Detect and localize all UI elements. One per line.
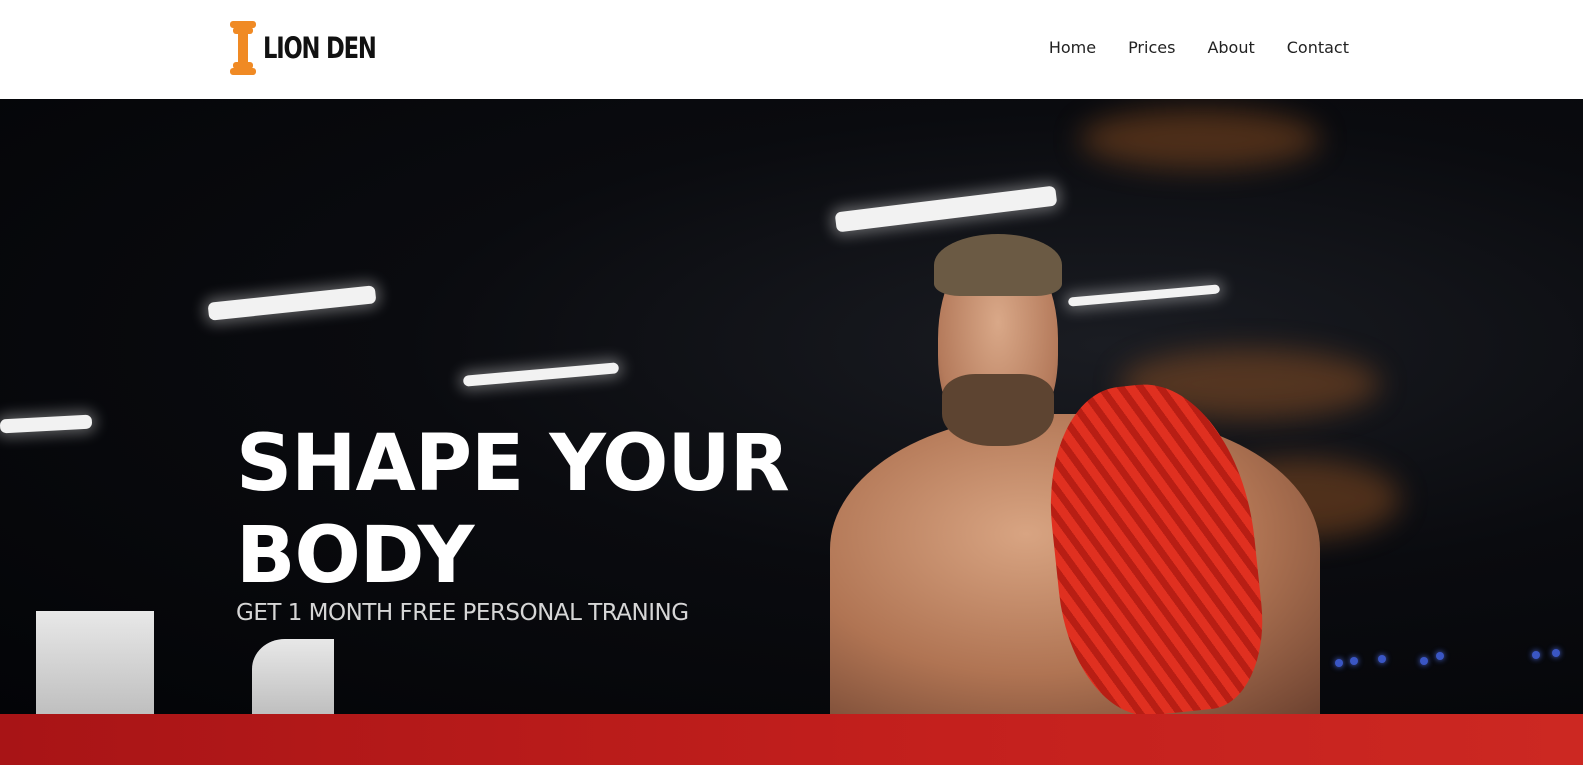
bokeh-light [1350,657,1358,665]
ceiling-light [207,285,377,321]
bokeh-light [1532,651,1540,659]
nav-link-home[interactable]: Home [1049,38,1096,57]
logo[interactable]: LION DEN [230,20,407,76]
nav-link-prices[interactable]: Prices [1128,38,1175,57]
nav-link-about[interactable]: About [1207,38,1254,57]
hero-section: SHAPE YOUR BODY GET 1 MONTH FREE PERSONA… [0,99,1583,714]
gym-window [36,611,154,714]
gym-window [252,639,334,714]
bokeh-light [1436,652,1444,660]
hero-title: SHAPE YOUR BODY [236,419,790,601]
bokeh-light [1420,657,1428,665]
dumbbell-icon [230,21,256,75]
ceiling-light [462,362,620,387]
bokeh-light [1335,659,1343,667]
ceiling-glow [1080,109,1320,169]
brand-name: LION DEN [263,31,377,65]
hero-subtitle: GET 1 MONTH FREE PERSONAL TRANING [236,600,689,626]
nav-link-contact[interactable]: Contact [1287,38,1349,57]
main-nav: Home Prices About Contact [1049,38,1349,57]
red-band [0,714,1583,765]
ceiling-light [0,414,93,434]
bokeh-light [1378,655,1386,663]
bokeh-light [1552,649,1560,657]
athlete-photo [830,234,1330,714]
ceiling-light [834,185,1058,233]
site-header: LION DEN Home Prices About Contact [0,0,1583,99]
